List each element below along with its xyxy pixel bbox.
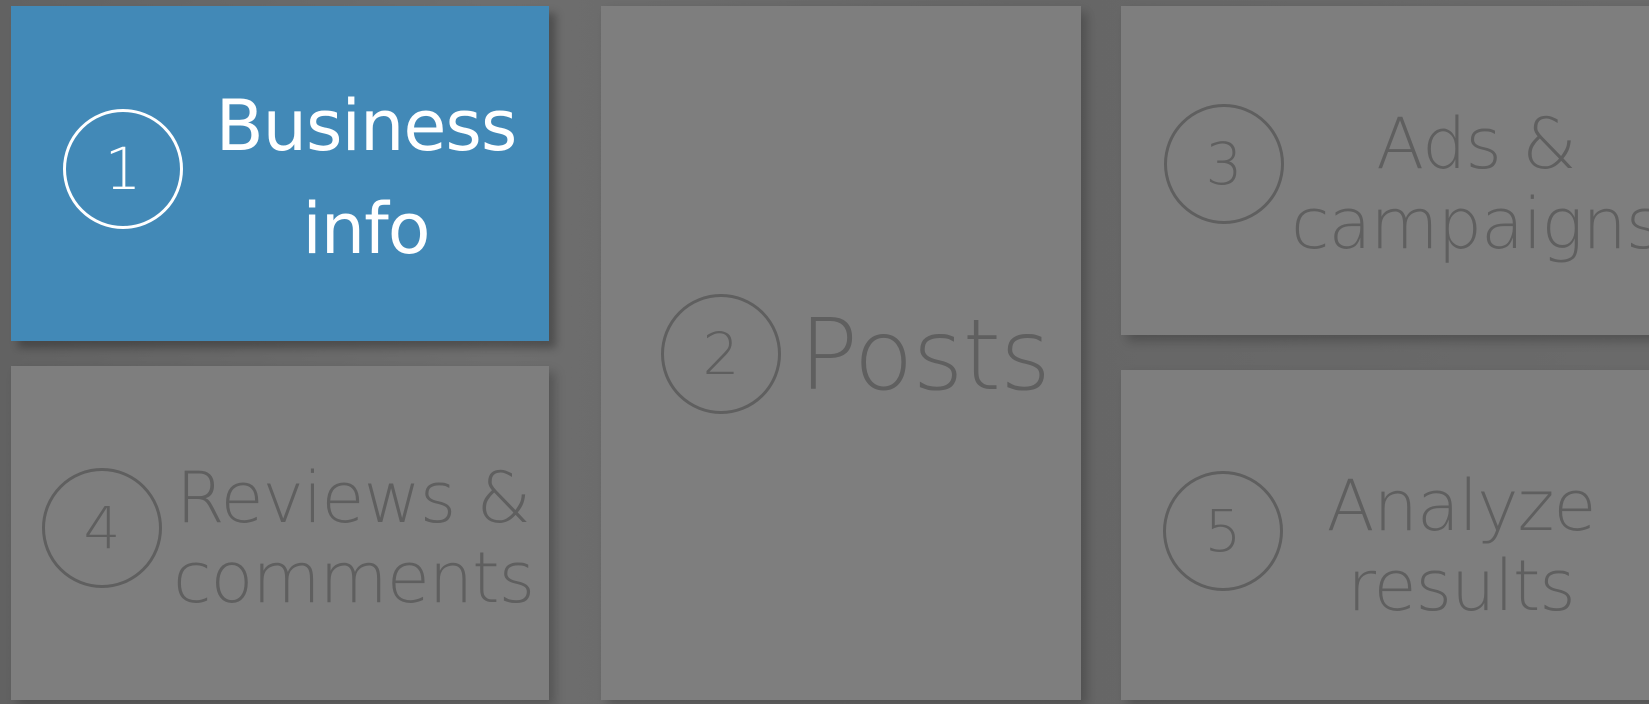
tile-reviews-comments-label: Reviews & comments <box>173 457 535 619</box>
tile-posts-label: Posts <box>799 299 1051 413</box>
step-3-circle-icon: 3 <box>1164 104 1284 224</box>
tile-reviews-comments[interactable]: 4 Reviews & comments <box>11 366 549 700</box>
tile-label-line: Analyze <box>1326 465 1597 547</box>
step-1-circle-icon: 1 <box>63 109 183 229</box>
step-4-circle-icon: 4 <box>42 468 162 588</box>
tile-label-line: Reviews & <box>175 457 531 539</box>
tile-posts[interactable]: 2 Posts <box>601 6 1081 700</box>
tile-label-line: results <box>1347 545 1576 627</box>
tile-analyze-results[interactable]: 5 Analyze results <box>1121 370 1649 700</box>
tile-ads-campaigns-label: Ads & campaigns <box>1291 104 1649 264</box>
step-2-circle-icon: 2 <box>661 294 781 414</box>
tile-label-line: info <box>302 188 430 270</box>
step-5-circle-icon: 5 <box>1163 471 1283 591</box>
tile-business-info-label: Business info <box>201 75 531 281</box>
tile-label-line: Ads & <box>1376 103 1576 185</box>
tile-label-line: comments <box>173 537 535 619</box>
tile-analyze-results-label: Analyze results <box>1301 466 1621 626</box>
tile-ads-campaigns[interactable]: 3 Ads & campaigns <box>1121 6 1649 335</box>
tile-label-line: Posts <box>799 299 1051 413</box>
tile-label-line: campaigns <box>1291 183 1649 265</box>
tile-label-line: Business <box>215 85 518 167</box>
tile-business-info[interactable]: 1 Business info <box>11 6 549 341</box>
